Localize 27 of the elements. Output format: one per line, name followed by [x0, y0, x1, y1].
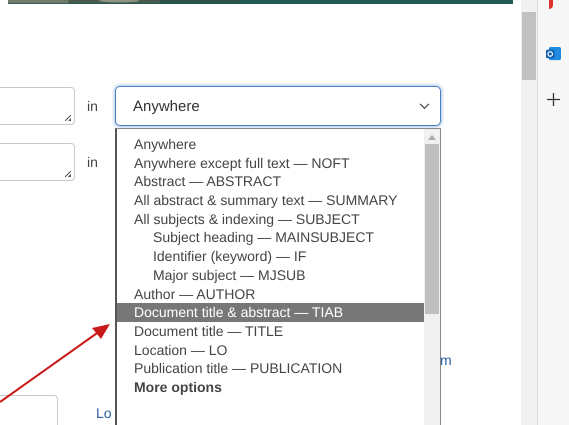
link[interactable]: Lo: [96, 395, 112, 421]
plus-icon[interactable]: [547, 93, 560, 106]
mail-app-icon[interactable]: [546, 46, 561, 61]
dropdown-option[interactable]: Identifier (keyword) — IF: [117, 247, 424, 266]
dropdown-option[interactable]: Abstract — ABSTRACT: [117, 172, 424, 192]
dropdown-option[interactable]: Publication title — PUBLICATION: [117, 359, 424, 378]
dropdown-option[interactable]: Author — AUTHOR: [117, 284, 424, 304]
in-label: in: [87, 98, 99, 114]
dropdown-option[interactable]: All subjects & indexing — SUBJECT: [117, 210, 424, 228]
search-field[interactable]: [0, 143, 75, 181]
scrollbar[interactable]: [424, 129, 440, 425]
dropdown-option[interactable]: Document title & abstract — TIAB: [117, 303, 424, 322]
dropdown-option[interactable]: Subject heading — MAINSUBJECT: [117, 228, 424, 248]
field-select[interactable]: Anywhere: [115, 86, 441, 126]
dropdown-option[interactable]: All abstract & summary text — SUMMARY: [117, 191, 424, 210]
dropdown-option[interactable]: Major subject — MJSUB: [117, 266, 424, 284]
dropdown-option[interactable]: Anywhere: [117, 135, 424, 154]
scrollbar[interactable]: [521, 0, 538, 425]
link[interactable]: m: [440, 352, 452, 368]
dropdown-option[interactable]: Anywhere except full text — NOFT: [117, 154, 424, 172]
chevron-icon: [419, 102, 430, 110]
in-label: in: [87, 154, 99, 170]
search-field[interactable]: [0, 87, 75, 125]
scroll-up-icon[interactable]: [428, 135, 436, 140]
dropdown-option[interactable]: Location — LO: [117, 340, 424, 360]
dropdown-option[interactable]: Document title — TITLE: [117, 322, 424, 341]
option-group-label: More options: [133, 378, 223, 397]
